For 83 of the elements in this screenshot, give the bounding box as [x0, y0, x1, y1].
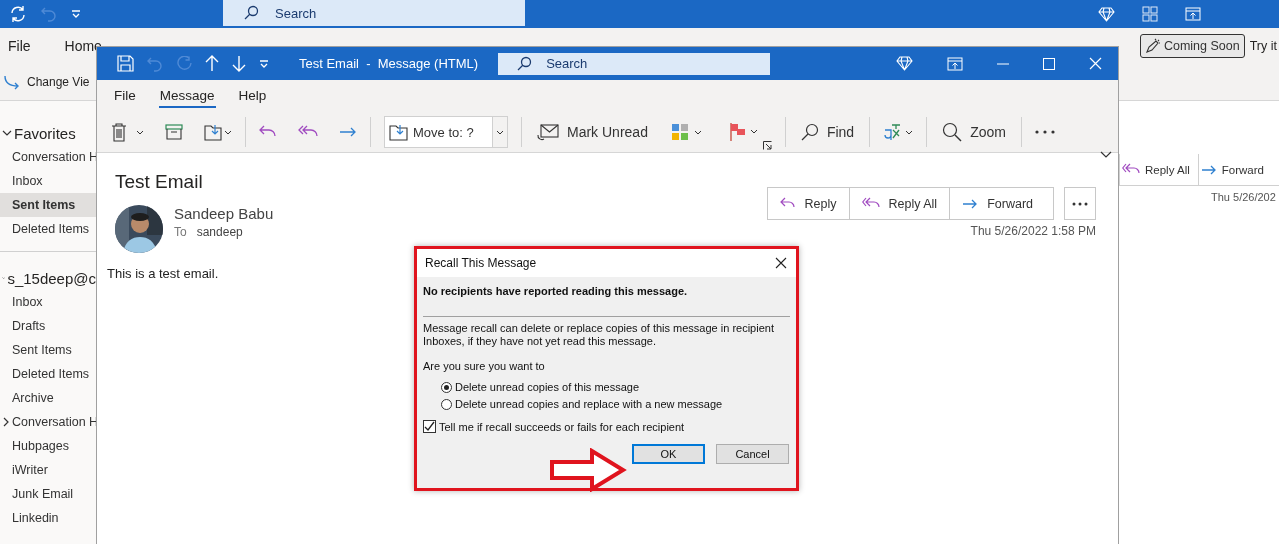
dialog-heading: No recipients have reported reading this message. [423, 285, 689, 297]
message-date: Thu 5/26/202 [1210, 191, 1277, 203]
magnifier-icon [942, 122, 963, 142]
folder-item[interactable]: Deleted Items [0, 217, 96, 241]
search-field[interactable]: Search [223, 0, 525, 26]
dialog-launcher-icon[interactable] [762, 141, 772, 150]
diamond-icon[interactable] [896, 56, 913, 71]
chevron-icon[interactable] [1100, 151, 1112, 158]
window-title: Test Email - Message (HTML) [299, 56, 479, 71]
to-label: To [174, 225, 187, 239]
translate-icon[interactable] [883, 123, 914, 141]
sync-icon[interactable] [9, 5, 27, 23]
message-date: Thu 5/26/2022 1:58 PM [970, 224, 1096, 238]
change-view-button[interactable]: Change Vie [27, 75, 90, 89]
forward-icon[interactable] [339, 125, 357, 139]
folder-item[interactable]: Hubpages [0, 434, 96, 458]
delete-icon[interactable] [111, 122, 127, 142]
message-subject: Test Email [114, 171, 204, 193]
search-icon [800, 123, 819, 141]
coming-soon-button[interactable]: Coming Soon [1139, 34, 1245, 58]
grid-icon[interactable] [1142, 6, 1158, 22]
caret-icon [496, 129, 504, 135]
folder-item[interactable]: Sent Items [0, 193, 96, 217]
archive-icon[interactable] [165, 124, 183, 140]
option-label[interactable]: Delete unread copies of this message [455, 381, 640, 393]
dialog-button[interactable]: Cancel [716, 444, 789, 464]
mark-unread-button[interactable]: Mark Unread [535, 123, 650, 141]
radio-button[interactable] [441, 398, 452, 410]
ribbon-tab[interactable]: Help [237, 84, 268, 108]
envelope-icon [537, 123, 559, 141]
diamond-icon[interactable] [1098, 6, 1115, 22]
move-folder-icon[interactable] [204, 123, 232, 141]
folder-item[interactable]: Inbox [0, 290, 96, 314]
change-view-icon [3, 73, 21, 91]
reading-pane-button[interactable]: Reply All [1120, 154, 1199, 185]
more-icon [1072, 201, 1088, 206]
folder-item[interactable]: Junk Email [0, 482, 96, 506]
down-arrow-icon[interactable] [232, 55, 246, 72]
ribbon-tab[interactable]: File [113, 84, 137, 108]
find-button[interactable]: Find [798, 123, 857, 141]
folder-item[interactable]: Inbox [0, 169, 96, 193]
search-icon [243, 5, 259, 21]
more-icon[interactable] [1034, 130, 1055, 134]
message-body: This is a test email. [107, 266, 220, 281]
folder-group-header[interactable]: Favorites [0, 121, 96, 145]
forward-icon [1200, 163, 1217, 176]
caret-icon[interactable] [136, 129, 144, 135]
chevron-icon [2, 129, 12, 137]
folder-item[interactable]: Archive [0, 386, 96, 410]
up-arrow-icon[interactable] [205, 55, 219, 72]
ribbon-tab[interactable]: Message [158, 84, 216, 108]
move-folder-icon [389, 123, 409, 141]
categorize-icon[interactable] [670, 123, 703, 141]
ribbon-display-icon[interactable] [947, 56, 963, 71]
chevron-icon [3, 417, 10, 427]
ribbon-display-icon[interactable] [1185, 7, 1201, 21]
folder-group-header[interactable]: s_15deep@c [0, 266, 96, 290]
folder-item[interactable]: Linkedin [0, 506, 96, 530]
forward-icon [962, 197, 979, 210]
minimize-icon[interactable] [997, 62, 1009, 65]
dialog-description: Message recall can delete or replace copies of this message in recipient Inboxes, if they have not yet read this message. [423, 322, 775, 348]
radio-button[interactable] [441, 381, 452, 393]
dialog-question: Are you sure you want to [423, 360, 546, 372]
dialog-button[interactable]: OK [632, 444, 705, 464]
zoom-button[interactable]: Zoom [940, 122, 1008, 142]
close-icon[interactable] [775, 257, 787, 269]
menu-tab[interactable]: File [8, 38, 31, 54]
checkbox-label[interactable]: Tell me if recall succeeds or fails for each recipient [439, 420, 685, 433]
folder-item[interactable]: Deleted Items [0, 362, 96, 386]
recipient-name: sandeep [196, 225, 243, 239]
folder-item[interactable]: Sent Items [0, 338, 96, 362]
sender-name: Sandeep Babu [174, 205, 274, 222]
try-it-text: Try it [1249, 39, 1277, 53]
search-field[interactable]: Search [498, 52, 771, 75]
save-icon[interactable] [117, 55, 134, 72]
folder-item[interactable]: iWriter [0, 458, 96, 482]
checkbox[interactable] [423, 420, 436, 433]
move-to-dropdown[interactable]: Move to: ? [384, 116, 508, 148]
dialog-title: Recall This Message [425, 256, 537, 270]
maximize-icon[interactable] [1043, 57, 1055, 70]
folder-item[interactable]: Drafts [0, 314, 96, 338]
option-label[interactable]: Delete unread copies and replace with a new message [455, 398, 723, 410]
search-icon [516, 55, 533, 72]
